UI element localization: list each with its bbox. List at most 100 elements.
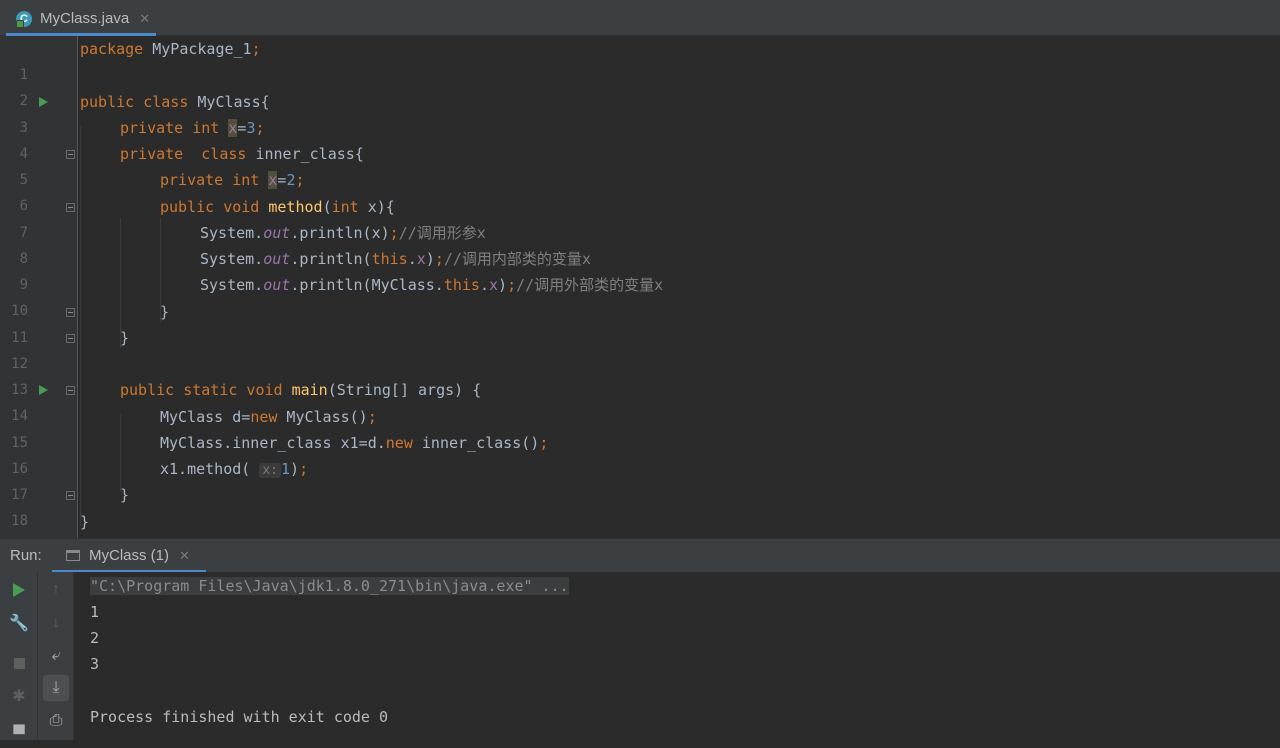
- code-comment: //调用形参x: [398, 224, 486, 242]
- close-icon[interactable]: ✕: [139, 11, 150, 27]
- layout-icon: ▀: [13, 726, 25, 743]
- scroll-up-button[interactable]: ↑: [43, 577, 69, 603]
- code-text: ;: [255, 119, 265, 137]
- code-line: 13: [0, 351, 1280, 398]
- scroll-to-end-icon: ⤓: [52, 679, 60, 696]
- stop-button[interactable]: [6, 650, 32, 676]
- code-line: 3 public class MyClass{: [0, 89, 1280, 136]
- console-exit-message: Process finished with exit code 0: [90, 708, 389, 726]
- keyword: this: [371, 250, 408, 268]
- code-text: System.: [200, 276, 264, 294]
- code-text: inner_class(): [412, 434, 540, 452]
- bug-icon: ✱: [12, 688, 26, 705]
- code-text: MyPackage_1: [143, 40, 252, 58]
- code-text: MyClass(): [277, 408, 368, 426]
- code-line: 16 MyClass.inner_class x1=d.new inner_cl…: [0, 430, 1280, 477]
- field-name: x: [489, 276, 499, 294]
- layout-button[interactable]: ▀: [6, 722, 32, 748]
- code-text: ;: [539, 434, 549, 452]
- code-line: 7 public void method(int x){: [0, 194, 1280, 241]
- code-line: 17 x1.method( x: 1);: [0, 456, 1280, 503]
- soft-wrap-icon: ⤶: [51, 647, 61, 664]
- editor-tab-myclass[interactable]: C MyClass.java ✕: [6, 4, 156, 36]
- soft-wrap-button[interactable]: ⤶: [43, 643, 69, 669]
- code-text: }: [160, 303, 170, 321]
- editor-tab-bar: C MyClass.java ✕: [0, 0, 1280, 36]
- code-text: System.: [200, 250, 264, 268]
- code-line: 12 }: [0, 325, 1280, 372]
- code-line: 9 System.out.println(this.x);//调用内部类的变量x: [0, 246, 1280, 293]
- code-text: ): [425, 250, 435, 268]
- java-class-icon: C: [16, 10, 32, 28]
- wrench-icon: 🔧: [9, 615, 29, 632]
- code-line: 10 System.out.println(MyClass.this.x);//…: [0, 272, 1280, 319]
- console-output[interactable]: "C:\Program Files\Java\jdk1.8.0_271\bin\…: [74, 572, 1280, 740]
- static-field: out: [263, 250, 291, 268]
- code-text: .: [479, 276, 489, 294]
- code-line: 18 }: [0, 482, 1280, 529]
- fold-icon[interactable]: [66, 308, 75, 317]
- code-comment: //调用外部类的变量x: [516, 276, 664, 294]
- code-line: 5 private class inner_class{: [0, 141, 1280, 188]
- code-text: ;: [295, 171, 305, 189]
- keyword: public void: [160, 198, 260, 216]
- run-panel-header: Run: MyClass (1) ✕: [0, 538, 1280, 573]
- keyword: private class: [120, 145, 247, 163]
- code-text: ): [290, 460, 300, 478]
- code-text: ;: [389, 224, 399, 242]
- print-button[interactable]: ⎙: [43, 708, 69, 734]
- modify-config-button[interactable]: 🔧: [6, 610, 32, 636]
- keyword: int: [331, 198, 359, 216]
- code-line: 1 package MyPackage_1;: [0, 36, 1280, 83]
- keyword: new: [250, 408, 278, 426]
- stop-icon: [13, 657, 25, 669]
- keyword: public static void: [120, 381, 283, 399]
- field-name: x: [416, 250, 426, 268]
- console-output-line: 1: [90, 603, 100, 621]
- code-line: 2: [0, 62, 1280, 109]
- code-text: x){: [358, 198, 395, 216]
- scroll-to-end-button[interactable]: ⤓: [43, 675, 69, 701]
- close-icon[interactable]: ✕: [179, 548, 190, 564]
- play-icon: [13, 583, 25, 597]
- number-literal: 1: [281, 460, 291, 478]
- arrow-down-icon: ↓: [52, 614, 60, 631]
- run-toolbar-secondary: ↑ ↓ ⤶ ⤓ ⎙: [38, 572, 74, 740]
- code-text: ;: [434, 250, 444, 268]
- code-text: }: [120, 329, 130, 347]
- code-text: ;: [507, 276, 517, 294]
- static-field: out: [263, 276, 291, 294]
- rerun-button[interactable]: [6, 577, 32, 603]
- code-text: }: [80, 513, 90, 531]
- scroll-down-button[interactable]: ↓: [43, 610, 69, 636]
- method-name: method: [268, 198, 323, 216]
- run-toolbar-primary: 🔧 ✱ ▀: [0, 572, 38, 743]
- debug-button[interactable]: ✱: [6, 683, 32, 709]
- code-line: 4 private int x=3;: [0, 115, 1280, 162]
- code-text: MyClass d=: [160, 408, 251, 426]
- code-editor[interactable]: 1 package MyPackage_1; 2 3 public class …: [0, 36, 1280, 538]
- method-name: main: [291, 381, 328, 399]
- run-gutter-icon[interactable]: [39, 97, 48, 107]
- run-tab-myclass[interactable]: MyClass (1) ✕: [52, 541, 206, 573]
- code-text: ;: [367, 408, 377, 426]
- console-icon: [66, 550, 80, 561]
- fold-icon[interactable]: [66, 386, 75, 395]
- fold-icon[interactable]: [66, 203, 75, 212]
- code-text: inner_class{: [246, 145, 364, 163]
- code-text: x1.method(: [160, 460, 260, 478]
- fold-icon[interactable]: [66, 334, 75, 343]
- fold-icon[interactable]: [66, 491, 75, 500]
- console-command-line: "C:\Program Files\Java\jdk1.8.0_271\bin\…: [90, 573, 569, 599]
- fold-icon[interactable]: [66, 150, 75, 159]
- code-text: .: [407, 250, 417, 268]
- console-command: "C:\Program Files\Java\jdk1.8.0_271\bin\…: [90, 577, 569, 595]
- code-text: ;: [299, 460, 309, 478]
- code-text: (: [322, 198, 332, 216]
- code-text: .println(x): [290, 224, 390, 242]
- run-gutter-icon[interactable]: [39, 385, 48, 395]
- printer-icon: ⎙: [49, 712, 63, 729]
- keyword: private int: [120, 119, 220, 137]
- code-text: MyClass{: [188, 93, 270, 111]
- keyword: private int: [160, 171, 260, 189]
